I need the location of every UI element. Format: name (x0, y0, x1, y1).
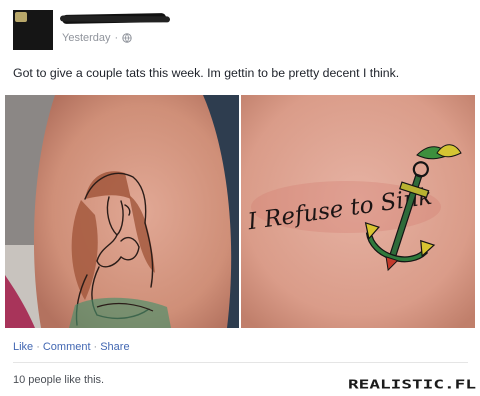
post-meta: Yesterday · (62, 32, 132, 44)
post-timestamp[interactable]: Yesterday (62, 32, 111, 44)
post-text: Got to give a couple tats this week. Im … (13, 66, 400, 80)
redacted-author-name[interactable] (61, 13, 167, 24)
photo-mermaid-tattoo[interactable] (5, 95, 239, 328)
watermark-logo: REALISTIC.FL (348, 377, 476, 391)
divider (13, 362, 468, 363)
comment-link[interactable]: Comment (43, 341, 91, 353)
likes-summary[interactable]: 10 people like this. (13, 374, 104, 386)
globe-icon (122, 33, 132, 43)
photo-anchor-tattoo[interactable]: I Refuse to Sink (241, 95, 475, 328)
post-actions: Like · Comment · Share (13, 341, 130, 353)
facebook-post: Yesterday · Got to give a couple tats th… (0, 0, 480, 396)
avatar[interactable] (13, 10, 53, 50)
like-link[interactable]: Like (13, 341, 33, 353)
share-link[interactable]: Share (100, 341, 129, 353)
watermark-text: REALISTIC.FL (348, 377, 476, 391)
